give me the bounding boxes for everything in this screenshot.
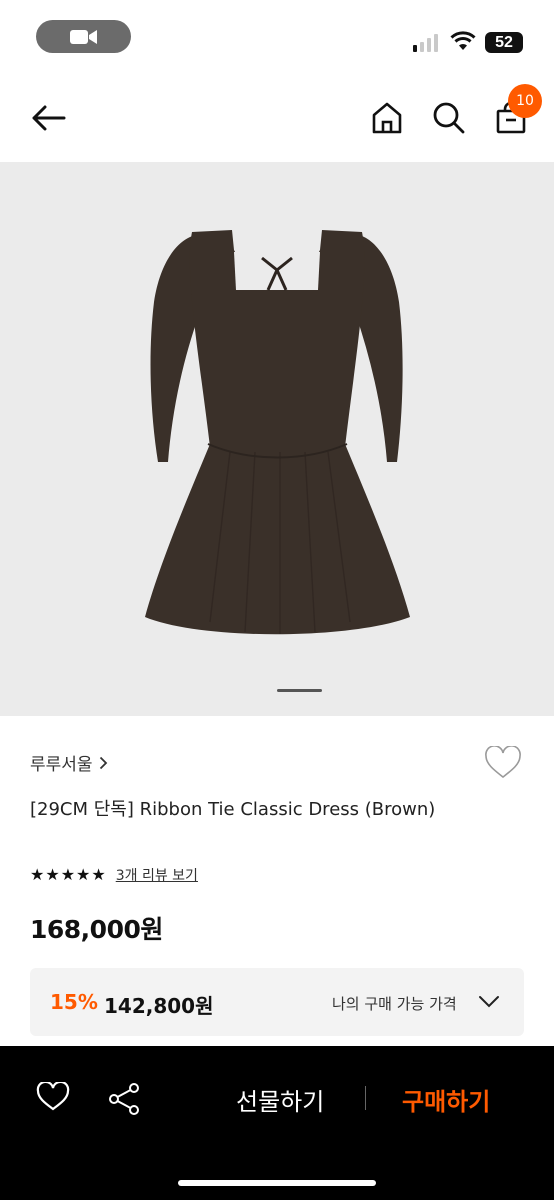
buy-button[interactable]: 구매하기 [402,1082,490,1117]
my-price-dropdown[interactable]: 15% 142,800원 나의 구매 가능 가격 [30,968,524,1036]
product-image-gallery[interactable] [0,162,554,716]
wishlist-heart-icon[interactable] [484,746,522,780]
home-button[interactable] [366,74,408,162]
app-header [0,74,554,162]
search-button[interactable] [428,74,470,162]
review-link[interactable]: 3개 리뷰 보기 [116,865,198,885]
star-icon: ★ [60,865,76,884]
star-icon: ★ [45,865,60,884]
rating-row: ★ ★ ★ ★ ★ 3개 리뷰 보기 [30,865,198,885]
cart-count-badge: 10 [508,84,542,118]
home-icon [372,102,402,134]
home-indicator [178,1180,376,1186]
star-icon: ★ [76,865,91,884]
battery-level: 52 [495,33,513,51]
gift-button[interactable]: 선물하기 [236,1082,324,1117]
chevron-right-icon [99,756,107,769]
star-icon: ★ [30,865,45,884]
my-price-label: 나의 구매 가능 가격 [332,995,457,1013]
product-name: [29CM 단독] Ribbon Tie Classic Dress (Brow… [30,799,436,820]
product-price: 168,000원 [30,915,163,944]
screen-recording-indicator [36,20,131,53]
brand-name: 루루서울 [30,755,93,775]
share-icon[interactable] [107,1082,141,1116]
gallery-page-indicator [277,689,322,692]
back-arrow-icon [32,105,66,131]
cellular-signal-icon [413,34,438,52]
discount-rate: 15% [50,990,98,1014]
search-icon [433,102,465,134]
star-icon: ★ [91,865,106,884]
discount-price: 142,800원 [104,994,214,1018]
wifi-icon [450,31,476,50]
product-image [145,230,410,635]
status-bar: 52 [0,0,554,74]
button-divider [365,1086,366,1110]
chevron-down-icon [479,996,499,1008]
heart-icon[interactable] [36,1082,70,1112]
star-rating: ★ ★ ★ ★ ★ [30,866,106,884]
bottom-action-bar: 선물하기 구매하기 [0,1046,554,1200]
brand-link[interactable]: 루루서울 [30,750,108,775]
back-button[interactable] [20,74,76,162]
video-camera-icon [69,29,97,44]
battery-icon: 52 [485,32,523,53]
